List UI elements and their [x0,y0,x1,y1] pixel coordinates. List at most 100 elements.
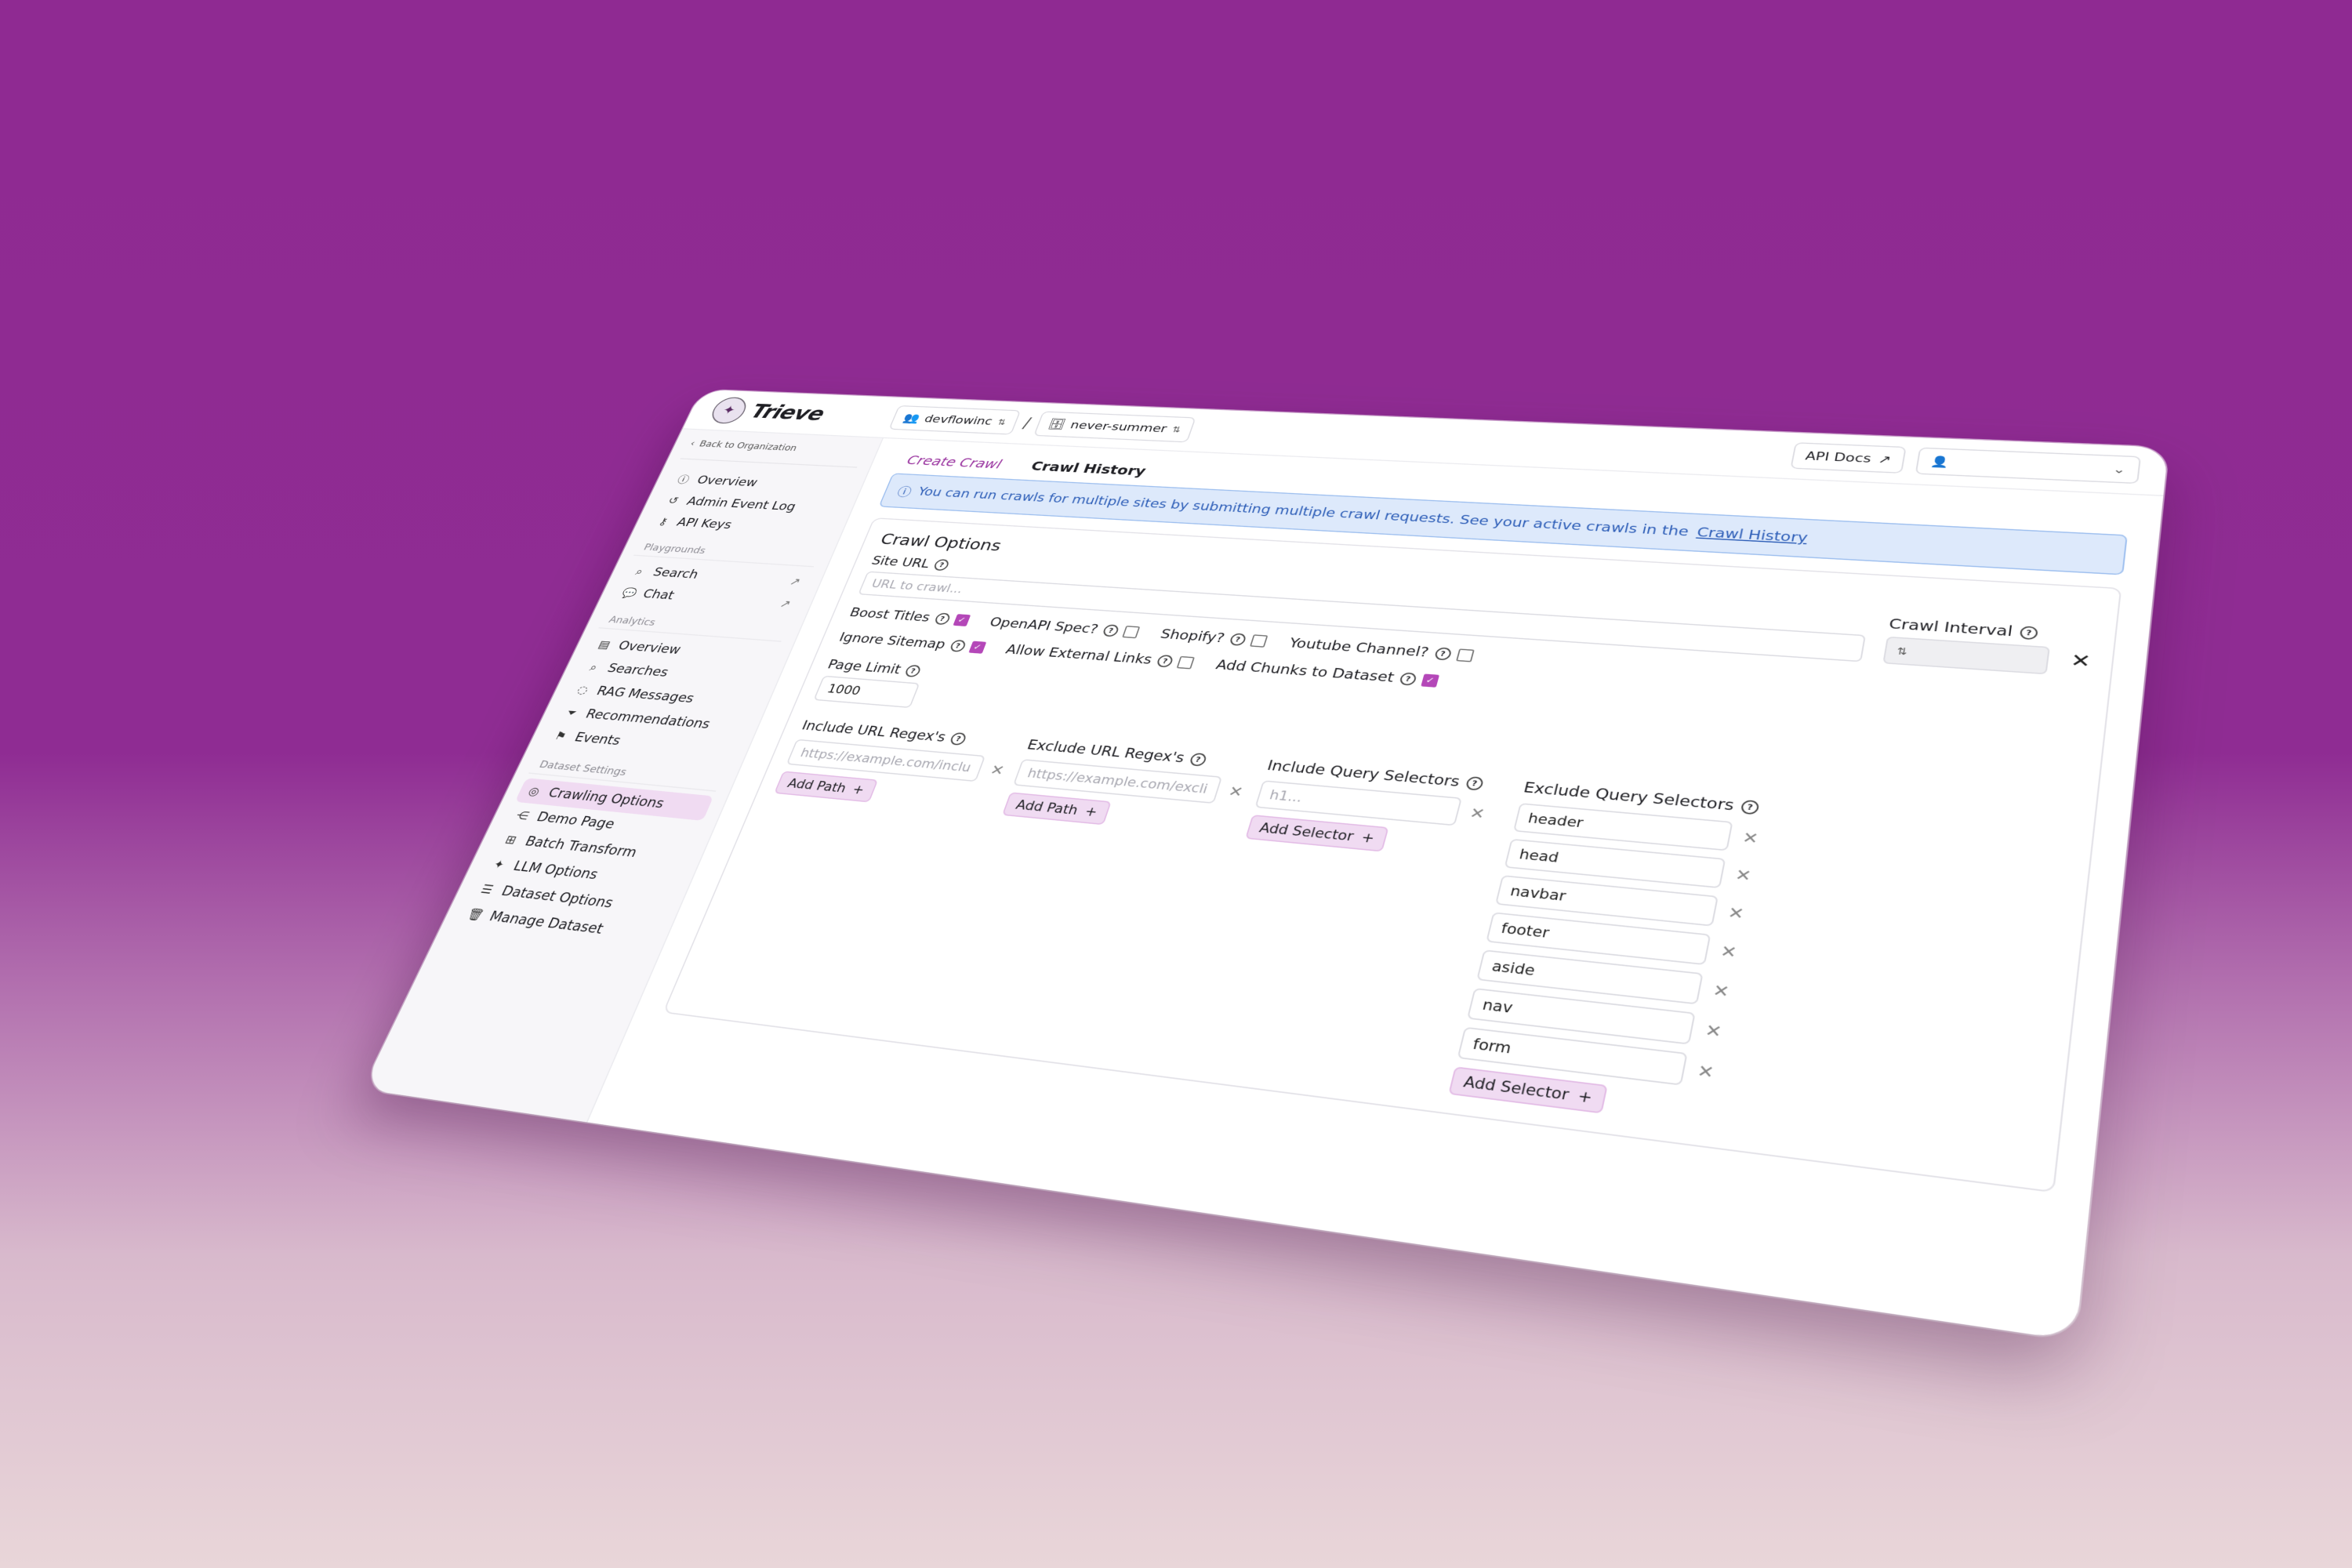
search-icon: ⌕ [633,564,646,578]
logo[interactable]: ✦ Trieve [707,396,899,431]
youtube-channel-checkbox[interactable] [1455,648,1475,662]
remove-icon[interactable]: ✕ [1719,942,1738,962]
database-icon: 🗄 [1046,418,1068,431]
selector-value: aside [1490,958,1537,979]
help-icon[interactable]: ? [949,731,968,746]
openapi-spec-checkbox[interactable] [1122,625,1141,639]
sidebar-item-label: Chat [640,587,677,603]
remove-icon[interactable]: ✕ [1740,829,1759,848]
help-icon[interactable]: ? [1433,647,1453,661]
remove-icon[interactable]: ✕ [1226,783,1245,801]
api-docs-label: API Docs [1804,449,1873,466]
help-icon[interactable]: ? [1740,799,1760,815]
include-url-placeholder: https://example.com/inclu [798,746,974,775]
add-include-selector-button[interactable]: Add Selector + [1245,815,1389,852]
sidebar-item-label: Admin Event Log [684,495,798,514]
allow-external-links-checkbox[interactable] [1176,655,1196,670]
help-icon[interactable]: ? [1102,624,1120,637]
chevron-updown-icon: ⇅ [1171,424,1182,434]
shopify-option[interactable]: Shopify?? [1159,627,1269,648]
message-icon: ◌ [575,683,591,697]
remove-icon[interactable]: ✕ [1733,866,1753,885]
help-icon[interactable]: ? [933,612,952,626]
checkbox-label: Add Chunks to Dataset [1214,657,1396,686]
button-label: Add Path [785,776,849,796]
help-icon[interactable]: ? [1228,633,1247,646]
crawl-history-link[interactable]: Crawl History [1696,525,1809,546]
org-selector[interactable]: 👥 devflowinc ⇅ [888,405,1022,435]
info-icon: ⓘ [895,485,914,499]
include-qs-placeholder: h1... [1267,787,1305,805]
help-icon[interactable]: ? [932,558,951,572]
sidebar-item-label: LLM Options [510,858,601,883]
boost-titles-checkbox[interactable]: ✓ [953,614,971,626]
back-to-organization[interactable]: ‹ Back to Organization [680,436,868,468]
ignore-sitemap-checkbox[interactable]: ✓ [968,641,987,654]
remove-icon[interactable]: ✕ [1726,903,1746,924]
remove-icon[interactable]: ✕ [1704,1021,1723,1042]
dataset-selector[interactable]: 🗄 never-summer ⇅ [1033,411,1196,443]
selector-value: nav [1480,996,1515,1017]
sidebar-item-label: RAG Messages [593,684,697,706]
events-icon: ⚑ [552,728,569,743]
allow-external-links-option[interactable]: Allow External Links? [1004,643,1196,670]
sidebar-item-label: Overview [695,474,760,489]
users-icon: 👥 [901,412,922,425]
plus-icon: + [1359,829,1377,846]
crawl-options-card: Crawl Options Site URL? URL to crawl... … [662,517,2122,1193]
exclude-url-column: Exclude URL Regex's? https://example.com… [1001,738,1245,836]
chevron-left-icon: ‹ [688,438,697,448]
page-limit-label: Page Limit [825,657,903,677]
close-icon[interactable]: ✕ [2069,650,2092,677]
plus-icon: + [850,782,867,797]
selector-value: navbar [1508,883,1568,905]
help-icon[interactable]: ? [2019,626,2039,641]
api-docs-link[interactable]: API Docs ↗ [1790,442,1907,474]
sidebar-item-label: API Keys [674,516,735,532]
youtube-channel-option[interactable]: Youtube Channel?? [1287,636,1475,663]
sidebar-item-label: Searches [604,661,671,680]
add-chunks-option[interactable]: Add Chunks to Dataset? ✓ [1214,658,1440,688]
ignore-sitemap-option[interactable]: Ignore Sitemap? ✓ [837,630,987,655]
sidebar-item-label: Demo Page [534,809,618,833]
dataset-name: never-summer [1069,419,1169,435]
help-icon[interactable]: ? [1156,654,1174,668]
checkbox-label: Youtube Channel? [1287,636,1431,660]
remove-icon[interactable]: ✕ [1468,804,1486,823]
remove-icon[interactable]: ✕ [1711,981,1731,1002]
checkbox-label: Ignore Sitemap [837,630,948,652]
page-limit-value: 1000 [825,682,863,698]
external-link-icon: ↗ [778,597,793,611]
exclude-url-placeholder: https://example.com/excli [1025,766,1210,797]
add-chunks-checkbox[interactable]: ✓ [1421,673,1440,688]
sparkle-icon: ✦ [491,857,508,872]
remove-icon[interactable]: ✕ [988,762,1007,779]
selector-value: head [1517,846,1561,866]
sidebar-item-label: Events [572,730,623,749]
breadcrumb-separator: / [1021,414,1033,432]
org-name: devflowinc [922,412,995,428]
boost-titles-option[interactable]: Boost Titles? ✓ [848,606,971,628]
user-menu[interactable]: 👤 ⌄ [1915,447,2141,485]
help-icon[interactable]: ? [1189,752,1208,767]
page-limit-input[interactable]: 1000 [813,675,920,709]
external-link-icon: ↗ [1877,452,1893,466]
add-include-path-button[interactable]: Add Path + [774,771,879,803]
tab-create-crawl[interactable]: Create Crawl [905,453,1004,471]
regex-selector-columns: Include URL Regex's? https://example.com… [688,718,2071,1168]
chevron-down-icon: ⌄ [2111,462,2127,477]
tab-crawl-history[interactable]: Crawl History [1029,459,1148,478]
add-exclude-path-button[interactable]: Add Path + [1001,792,1112,826]
crawl-interval-select[interactable]: ⇅ [1882,636,2050,675]
remove-icon[interactable]: ✕ [1696,1061,1716,1083]
help-icon[interactable]: ? [949,639,967,652]
help-icon[interactable]: ? [1399,672,1417,686]
info-icon: ⓘ [675,474,691,486]
help-icon[interactable]: ? [903,664,922,678]
key-icon: ⚷ [656,515,670,528]
history-icon: ↺ [666,494,681,506]
openapi-spec-option[interactable]: OpenAPI Spec?? [988,615,1141,640]
shopify-checkbox[interactable] [1249,634,1269,648]
help-icon[interactable]: ? [1465,775,1484,791]
selector-value: footer [1499,920,1552,942]
